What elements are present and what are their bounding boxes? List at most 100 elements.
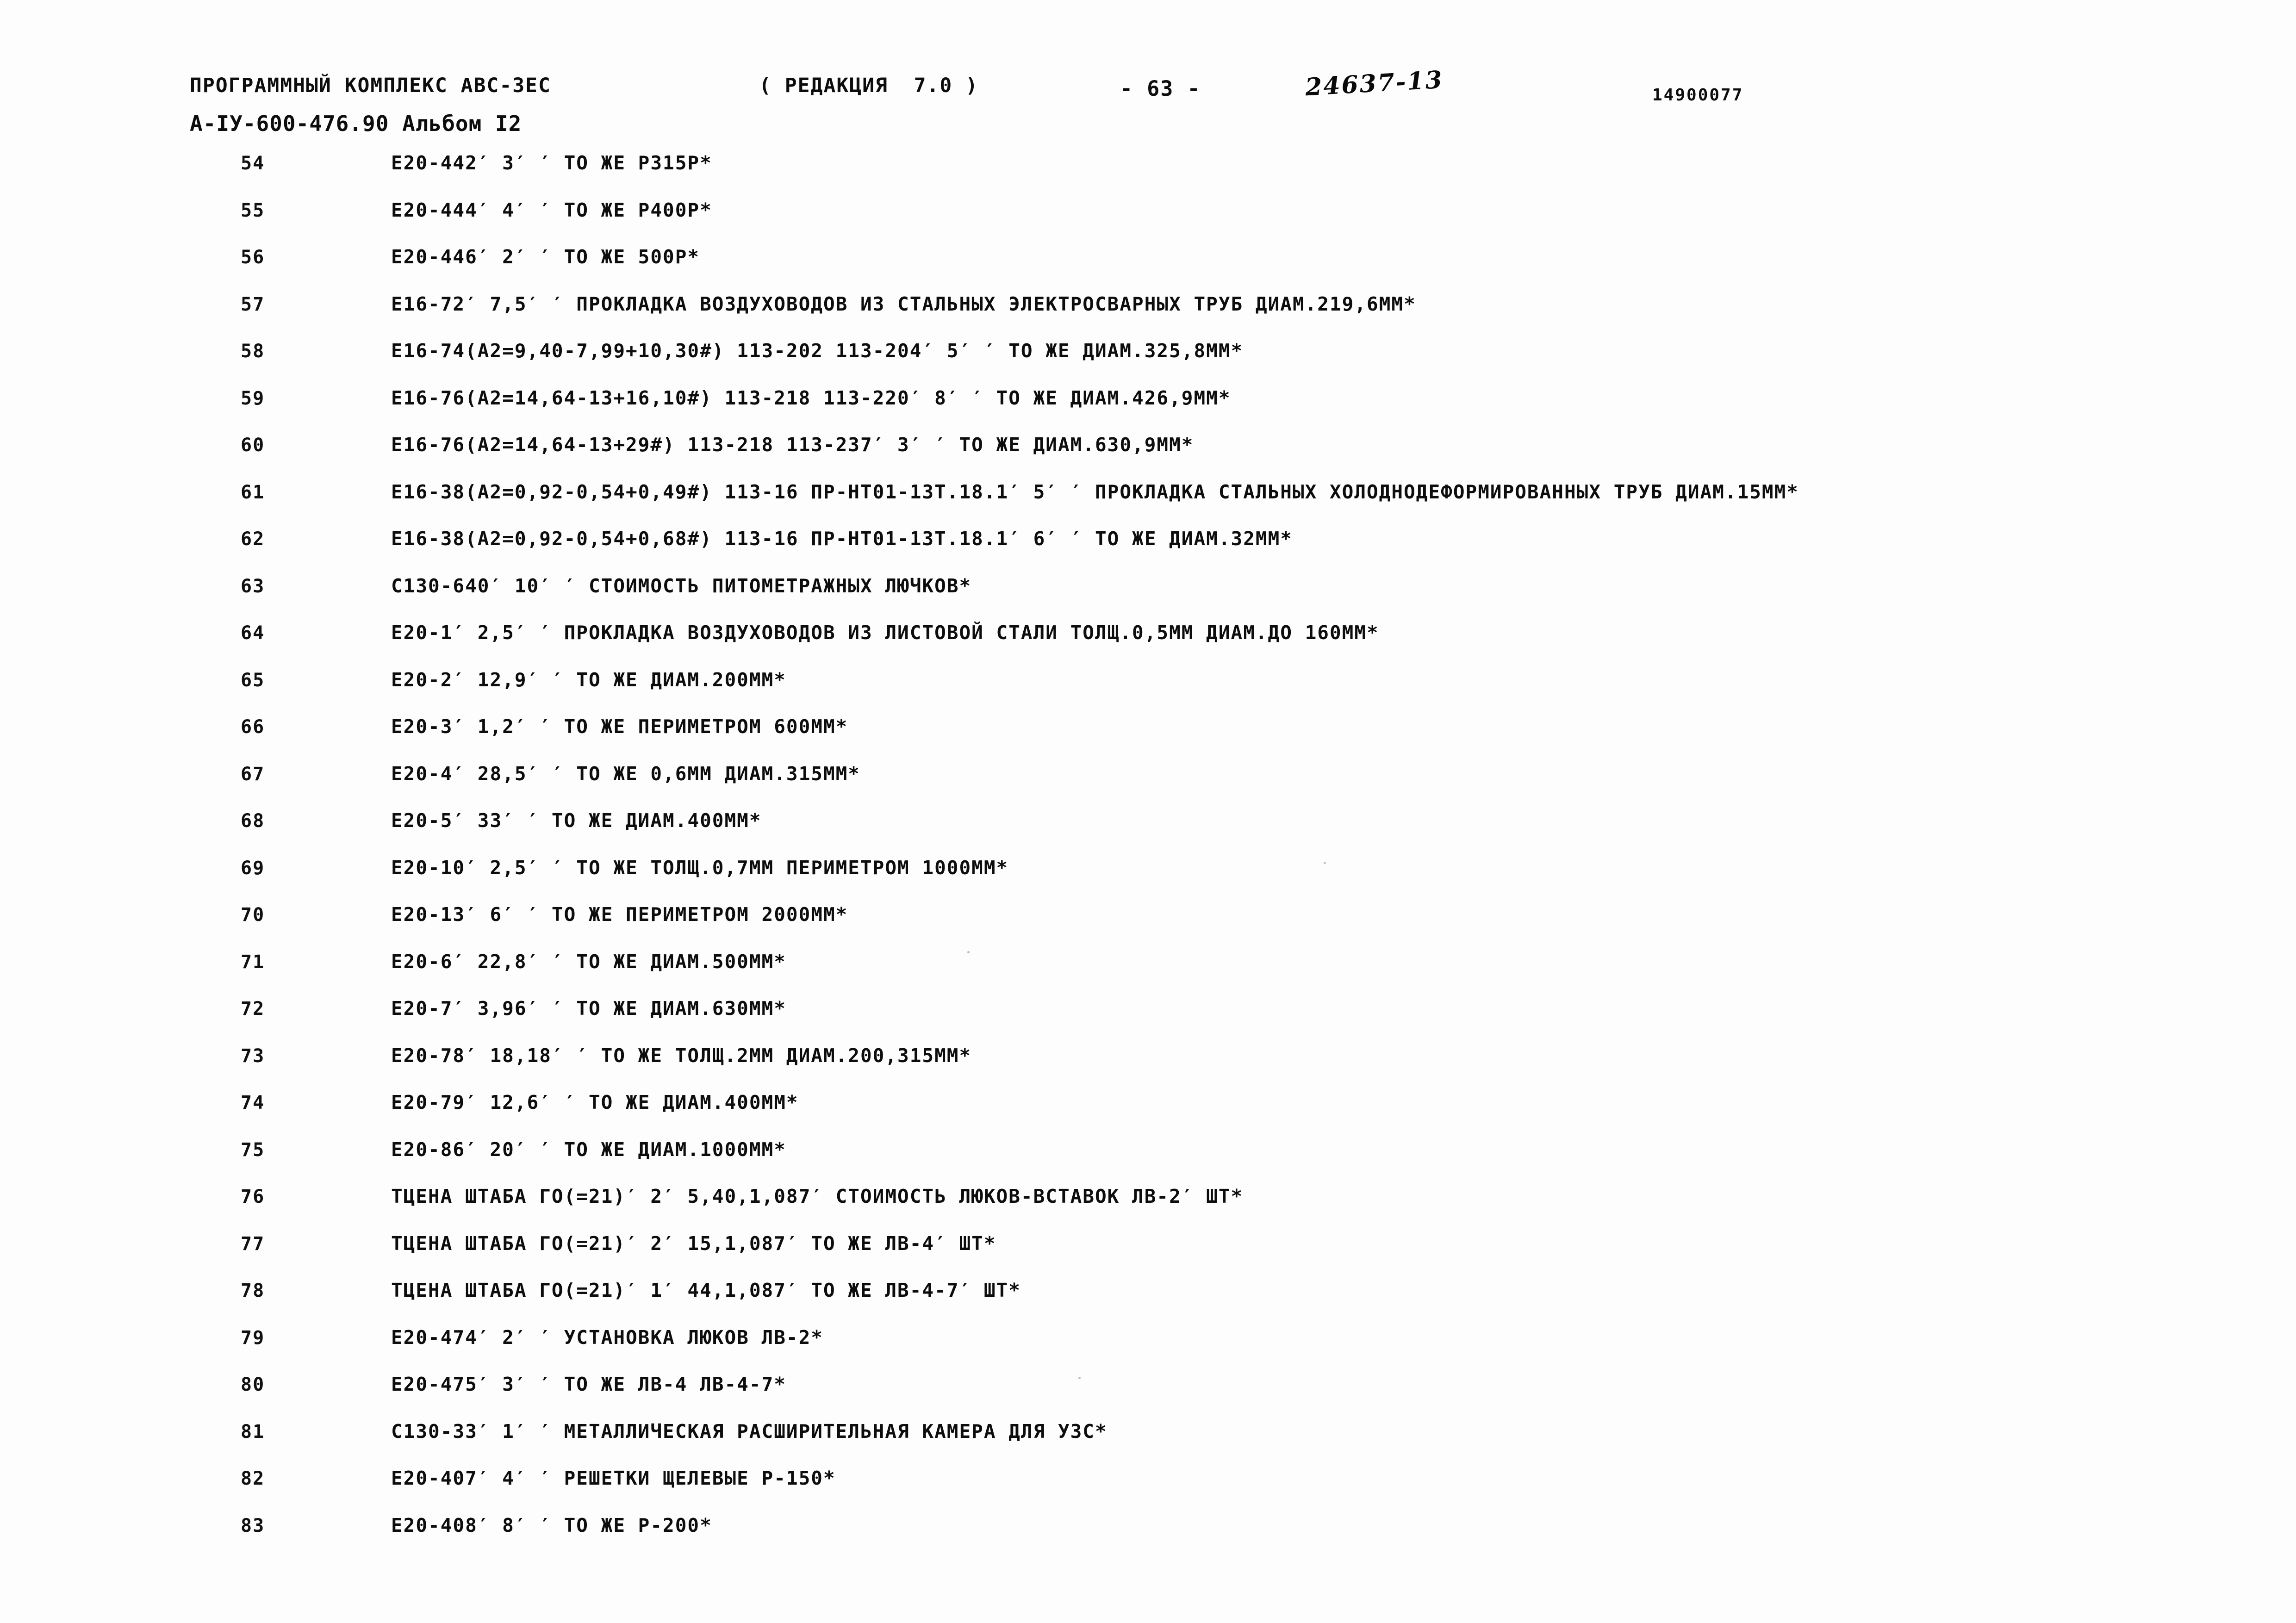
row-text: Е20-7′ 3,96′ ′ ТО ЖЕ ДИАМ.630ММ*	[391, 997, 786, 1020]
row-text: Е20-6′ 22,8′ ′ ТО ЖЕ ДИАМ.500ММ*	[391, 950, 786, 973]
row-text: ТЦЕНА ШТАБА ГО(=21)′ 1′ 44,1,087′ ТО ЖЕ …	[391, 1279, 1021, 1301]
row-number: 62	[241, 529, 265, 550]
table-row: 80 Е20-475′ 3′ ′ ТО ЖЕ ЛВ-4 ЛВ-4-7*	[0, 1373, 2296, 1421]
row-text: Е20-4′ 28,5′ ′ ТО ЖЕ 0,6ММ ДИАМ.315ММ*	[391, 762, 860, 785]
listing-table: 54 Е20-442′ 3′ ′ ТО ЖЕ Р315Р* 55 Е20-444′ 4…	[0, 152, 2296, 1562]
row-text: С130-33′ 1′ ′ МЕТАЛЛИЧЕСКАЯ РАСШИРИТЕЛЬН…	[391, 1420, 1108, 1443]
row-text: Е20-10′ 2,5′ ′ ТО ЖЕ ТОЛЩ.0,7ММ ПЕРИМЕТР…	[391, 856, 1009, 879]
row-text: Е16-74(А2=9,40-7,99+10,30#) 113-202 113-…	[391, 340, 1244, 362]
row-number: 66	[241, 716, 265, 738]
row-number: 74	[241, 1092, 265, 1113]
row-number: 69	[241, 857, 265, 879]
row-text: Е16-72′ 7,5′ ′ ПРОКЛАДКА ВОЗДУХОВОДОВ ИЗ…	[391, 292, 1416, 315]
row-number: 77	[241, 1233, 265, 1255]
table-row: 55 Е20-444′ 4′ ′ ТО ЖЕ Р400Р*	[0, 199, 2296, 247]
row-number: 65	[241, 669, 265, 691]
table-row: 76 ТЦЕНА ШТАБА ГО(=21)′ 2′ 5,40,1,087′ СТ…	[0, 1185, 2296, 1233]
scan-speck	[967, 951, 970, 953]
row-text: Е16-38(А2=0,92-0,54+0,49#) 113-16 ПР-НТ0…	[391, 480, 1799, 503]
table-row: 54 Е20-442′ 3′ ′ ТО ЖЕ Р315Р*	[0, 152, 2296, 200]
row-number: 79	[241, 1327, 265, 1349]
table-row: 65 Е20-2′ 12,9′ ′ ТО ЖЕ ДИАМ.200ММ*	[0, 668, 2296, 717]
table-row: 70 Е20-13′ 6′ ′ ТО ЖЕ ПЕРИМЕТРОМ 2000ММ*	[0, 903, 2296, 951]
row-number: 82	[241, 1468, 265, 1489]
row-text: Е20-407′ 4′ ′ РЕШЕТКИ ЩЕЛЕВЫЕ Р-150*	[391, 1467, 836, 1489]
table-row: 73 Е20-78′ 18,18′ ′ ТО ЖЕ ТОЛЩ.2ММ ДИАМ.2…	[0, 1045, 2296, 1093]
row-text: Е20-408′ 8′ ′ ТО ЖЕ Р-200*	[391, 1514, 712, 1536]
handwritten-annotation: 24637-13	[1304, 65, 1444, 102]
table-row: 72 Е20-7′ 3,96′ ′ ТО ЖЕ ДИАМ.630ММ*	[0, 997, 2296, 1045]
row-number: 55	[241, 199, 265, 221]
row-text: Е20-5′ 33′ ′ ТО ЖЕ ДИАМ.400ММ*	[391, 809, 762, 832]
revision-label: ( РЕДАКЦИЯ 7.0 )	[759, 74, 979, 97]
row-number: 80	[241, 1374, 265, 1395]
row-number: 61	[241, 481, 265, 503]
table-row: 69 Е20-10′ 2,5′ ′ ТО ЖЕ ТОЛЩ.0,7ММ ПЕРИМЕ…	[0, 856, 2296, 905]
row-text: Е20-475′ 3′ ′ ТО ЖЕ ЛВ-4 ЛВ-4-7*	[391, 1373, 786, 1395]
row-number: 78	[241, 1280, 265, 1301]
row-number: 68	[241, 810, 265, 832]
row-number: 83	[241, 1515, 265, 1536]
scan-speck	[1078, 1377, 1081, 1379]
row-number: 75	[241, 1139, 265, 1161]
album-reference: А-IУ-600-476.90 Альбом I2	[190, 111, 522, 136]
row-number: 81	[241, 1421, 265, 1443]
row-text: Е20-13′ 6′ ′ ТО ЖЕ ПЕРИМЕТРОМ 2000ММ*	[391, 903, 848, 926]
table-row: 82 Е20-407′ 4′ ′ РЕШЕТКИ ЩЕЛЕВЫЕ Р-150*	[0, 1467, 2296, 1515]
row-text: Е20-79′ 12,6′ ′ ТО ЖЕ ДИАМ.400ММ*	[391, 1091, 799, 1113]
row-text: Е16-76(А2=14,64-13+16,10#) 113-218 113-2…	[391, 386, 1231, 409]
row-text: Е16-76(А2=14,64-13+29#) 113-218 113-237′…	[391, 434, 1194, 456]
page-number: - 63 -	[1120, 76, 1201, 101]
table-row: 71 Е20-6′ 22,8′ ′ ТО ЖЕ ДИАМ.500ММ*	[0, 951, 2296, 999]
table-row: 63 С130-640′ 10′ ′ СТОИМОСТЬ ПИТОМЕТРАЖНЫ…	[0, 574, 2296, 623]
row-text: Е20-3′ 1,2′ ′ ТО ЖЕ ПЕРИМЕТРОМ 600ММ*	[391, 715, 848, 738]
table-row: 79 Е20-474′ 2′ ′ УСТАНОВКА ЛЮКОВ ЛВ-2*	[0, 1326, 2296, 1374]
row-text: Е20-446′ 2′ ′ ТО ЖЕ 500Р*	[391, 246, 700, 268]
table-row: 77 ТЦЕНА ШТАБА ГО(=21)′ 2′ 15,1,087′ ТО Ж…	[0, 1232, 2296, 1281]
table-row: 78 ТЦЕНА ШТАБА ГО(=21)′ 1′ 44,1,087′ ТО Ж…	[0, 1279, 2296, 1327]
table-row: 60 Е16-76(А2=14,64-13+29#) 113-218 113-23…	[0, 434, 2296, 482]
row-text: ТЦЕНА ШТАБА ГО(=21)′ 2′ 5,40,1,087′ СТОИ…	[391, 1185, 1244, 1207]
row-number: 54	[241, 153, 265, 174]
row-number: 72	[241, 998, 265, 1020]
table-row: 56 Е20-446′ 2′ ′ ТО ЖЕ 500Р*	[0, 246, 2296, 294]
row-text: Е16-38(А2=0,92-0,54+0,68#) 113-16 ПР-НТ0…	[391, 528, 1293, 550]
row-text: Е20-86′ 20′ ′ ТО ЖЕ ДИАМ.1000ММ*	[391, 1138, 786, 1161]
row-text: ТЦЕНА ШТАБА ГО(=21)′ 2′ 15,1,087′ ТО ЖЕ …	[391, 1232, 996, 1255]
table-row: 61 Е16-38(А2=0,92-0,54+0,49#) 113-16 ПР-Н…	[0, 480, 2296, 529]
row-text: Е20-442′ 3′ ′ ТО ЖЕ Р315Р*	[391, 152, 712, 174]
scan-speck	[1324, 862, 1326, 864]
row-number: 67	[241, 763, 265, 785]
row-text: С130-640′ 10′ ′ СТОИМОСТЬ ПИТОМЕТРАЖНЫХ …	[391, 574, 972, 597]
table-row: 83 Е20-408′ 8′ ′ ТО ЖЕ Р-200*	[0, 1514, 2296, 1562]
table-row: 66 Е20-3′ 1,2′ ′ ТО ЖЕ ПЕРИМЕТРОМ 600ММ*	[0, 715, 2296, 764]
row-number: 56	[241, 247, 265, 268]
table-row: 67 Е20-4′ 28,5′ ′ ТО ЖЕ 0,6ММ ДИАМ.315ММ*	[0, 762, 2296, 811]
row-number: 70	[241, 904, 265, 926]
table-row: 62 Е16-38(А2=0,92-0,54+0,68#) 113-16 ПР-Н…	[0, 528, 2296, 576]
row-number: 59	[241, 387, 265, 409]
table-row: 74 Е20-79′ 12,6′ ′ ТО ЖЕ ДИАМ.400ММ*	[0, 1091, 2296, 1139]
row-text: Е20-2′ 12,9′ ′ ТО ЖЕ ДИАМ.200ММ*	[391, 668, 786, 691]
row-number: 63	[241, 575, 265, 597]
row-text: Е20-1′ 2,5′ ′ ПРОКЛАДКА ВОЗДУХОВОДОВ ИЗ …	[391, 622, 1379, 644]
row-text: Е20-444′ 4′ ′ ТО ЖЕ Р400Р*	[391, 199, 712, 221]
table-row: 59 Е16-76(А2=14,64-13+16,10#) 113-218 113…	[0, 386, 2296, 435]
row-number: 60	[241, 435, 265, 456]
table-row: 57 Е16-72′ 7,5′ ′ ПРОКЛАДКА ВОЗДУХОВОДОВ …	[0, 292, 2296, 341]
table-row: 68 Е20-5′ 33′ ′ ТО ЖЕ ДИАМ.400ММ*	[0, 809, 2296, 858]
row-number: 64	[241, 622, 265, 644]
table-row: 64 Е20-1′ 2,5′ ′ ПРОКЛАДКА ВОЗДУХОВОДОВ И…	[0, 622, 2296, 670]
table-row: 58 Е16-74(А2=9,40-7,99+10,30#) 113-202 11…	[0, 340, 2296, 388]
row-number: 76	[241, 1186, 265, 1207]
row-number: 71	[241, 951, 265, 973]
program-title: ПРОГРАММНЫЙ КОМПЛЕКС АВС-3ЕС	[190, 74, 551, 97]
row-number: 58	[241, 341, 265, 362]
row-text: Е20-78′ 18,18′ ′ ТО ЖЕ ТОЛЩ.2ММ ДИАМ.200…	[391, 1044, 972, 1067]
row-number: 57	[241, 293, 265, 315]
row-number: 73	[241, 1045, 265, 1067]
scanned-page: ПРОГРАММНЫЙ КОМПЛЕКС АВС-3ЕС ( РЕДАКЦИЯ …	[0, 0, 2296, 1623]
row-text: Е20-474′ 2′ ′ УСТАНОВКА ЛЮКОВ ЛВ-2*	[391, 1326, 823, 1349]
table-row: 81 С130-33′ 1′ ′ МЕТАЛЛИЧЕСКАЯ РАСШИРИТЕЛ…	[0, 1420, 2296, 1468]
table-row: 75 Е20-86′ 20′ ′ ТО ЖЕ ДИАМ.1000ММ*	[0, 1138, 2296, 1187]
